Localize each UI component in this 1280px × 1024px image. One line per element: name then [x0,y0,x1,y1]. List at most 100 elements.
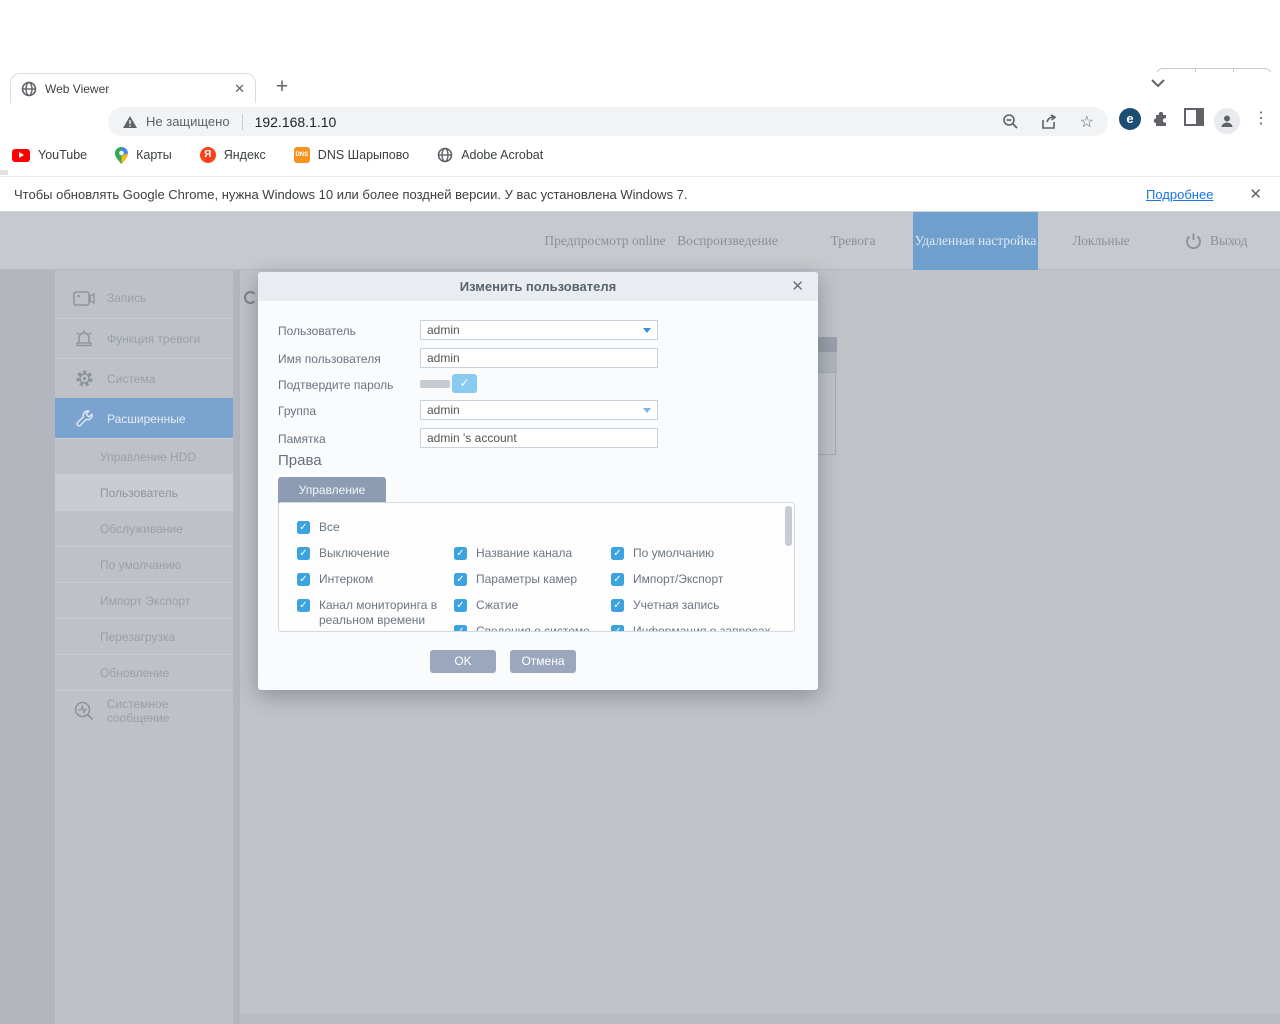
rights-scrollbar[interactable] [785,506,792,546]
checkbox-icon: ✓ [611,625,624,632]
dialog-close-icon[interactable]: ✕ [791,277,804,295]
infobar-message: Чтобы обновлять Google Chrome, нужна Win… [14,187,1146,202]
confirm-password-toggle[interactable] [420,380,450,388]
logout-label: Выход [1210,233,1248,249]
sidebar-item-record[interactable]: Запись [55,278,233,318]
background-table-box [818,372,836,455]
zoom-out-icon[interactable] [1002,113,1019,130]
tab-title: Web Viewer [45,82,226,96]
sidebar-item-label: Перезагрузка [100,630,175,644]
cancel-button[interactable]: Отмена [510,650,576,673]
browser-tab[interactable]: Web Viewer ✕ [10,73,256,103]
sidebar-item-label: Обновление [100,666,169,680]
pulse-search-icon [73,701,95,721]
sidebar-item-label: Расширенные [107,412,186,426]
checkbox-icon: ✓ [611,573,624,586]
checkbox-icon: ✓ [297,521,310,534]
checkbox-import-export[interactable]: ✓ Импорт/Экспорт [611,573,723,587]
sidebar-item-maintenance[interactable]: Обслуживание [55,510,233,546]
sidebar-item-label: Обслуживание [100,522,183,536]
sidebar-item-alarm-function[interactable]: Функция тревоги [55,318,233,358]
background-refresh-icon [244,291,257,304]
new-tab-button[interactable]: + [268,74,296,102]
memo-input[interactable] [420,428,658,448]
nav-item-playback[interactable]: Воспроизведение [670,212,785,270]
sidebar-item-reboot[interactable]: Перезагрузка [55,618,233,654]
infobar-close-icon[interactable]: ✕ [1249,185,1262,203]
extension-e-icon[interactable]: e [1119,108,1141,130]
checkbox-intercom[interactable]: ✓ Интерком [297,573,373,587]
bookmark-star-icon[interactable]: ☆ [1080,112,1094,132]
checkbox-defaults[interactable]: ✓ По умолчанию [611,547,714,561]
username-label: Имя пользователя [278,352,381,366]
nav-item-remote-settings[interactable]: Удаленная настройка [913,212,1038,270]
tab-close-icon[interactable]: ✕ [234,81,245,97]
wrench-icon [73,409,95,428]
checkbox-live-monitoring[interactable]: ✓ Канал мониторинга в реальном времени [297,599,441,628]
nav-item-preview-online[interactable]: Предпросмотр online [535,212,675,270]
logout-button[interactable]: Выход [1185,212,1248,270]
gear-icon [73,369,95,388]
sidebar-item-hdd-management[interactable]: Управление HDD [55,438,233,474]
globe-favicon-icon [21,81,37,97]
infobar-learn-more-link[interactable]: Подробнее [1146,187,1213,202]
yandex-icon: Я [200,147,216,163]
nav-item-alarm[interactable]: Тревога [798,212,908,270]
checkbox-camera-params[interactable]: ✓ Параметры камер [454,573,577,587]
chrome-update-infobar: Чтобы обновлять Google Chrome, нужна Win… [0,176,1280,212]
bookmark-adobe[interactable]: Adobe Acrobat [437,147,543,163]
checkbox-icon: ✓ [454,547,467,560]
profile-avatar[interactable] [1214,108,1240,134]
sidebar-item-defaults[interactable]: По умолчанию [55,546,233,582]
tab-search-chevron-icon[interactable] [1150,78,1166,88]
nav-item-local-settings[interactable]: Локльные настройки [1042,212,1160,270]
checkbox-icon: ✓ [454,599,467,612]
background-table-header [818,337,837,352]
background-table-cell [818,352,837,372]
checkbox-account[interactable]: ✓ Учетная запись [611,599,719,613]
left-rail [0,270,55,1024]
username-input[interactable] [420,348,658,368]
sidebar-item-label: Импорт Экспорт [100,594,190,608]
sidebar-item-label: Пользователь [100,486,178,500]
sidebar-item-update[interactable]: Обновление [55,654,233,690]
camera-icon [73,291,95,306]
bookmark-yandex[interactable]: Я Яндекс [200,147,266,163]
siren-icon [73,330,95,347]
url-text[interactable]: 192.168.1.10 [255,114,980,130]
checkbox-system-info[interactable]: ✓ Сведения о системе [454,625,590,632]
sidebar-item-advanced[interactable]: Расширенные [55,398,233,438]
omnibox-divider [242,114,243,130]
checkbox-channel-name[interactable]: ✓ Название канала [454,547,572,561]
group-select[interactable]: admin [420,400,658,420]
browser-menu-icon[interactable]: ⋮ [1253,108,1269,128]
app-header: Предпросмотр online Воспроизведение Трев… [0,212,1280,270]
checkbox-shutdown[interactable]: ✓ Выключение [297,547,390,561]
side-panel-icon[interactable] [1184,108,1204,126]
tab-management[interactable]: Управление [278,477,386,503]
sidebar-item-system[interactable]: Система [55,358,233,398]
sidebar-item-system-message[interactable]: Системное сообщение [55,690,233,730]
checkbox-icon: ✓ [611,547,624,560]
sidebar-divider [233,270,240,1024]
checkbox-all[interactable]: ✓ Все [297,521,340,535]
bookmark-dns[interactable]: DNS DNS Шарыпово [294,147,409,163]
address-bar[interactable]: Не защищено 192.168.1.10 ☆ [108,107,1108,136]
confirm-password-check[interactable]: ✓ [452,374,477,393]
checkbox-query-info[interactable]: ✓ Информация о запросах [611,625,771,632]
ok-button[interactable]: OK [430,650,496,673]
extensions-puzzle-icon[interactable] [1152,108,1172,128]
checkbox-icon: ✓ [454,573,467,586]
user-select[interactable]: admin [420,320,658,340]
share-icon[interactable] [1041,114,1058,130]
bookmark-youtube[interactable]: YouTube [12,148,87,162]
sidebar: Запись Функция тревоги Система Расширенн… [55,270,233,1024]
security-label[interactable]: Не защищено [146,114,230,129]
sidebar-item-import-export[interactable]: Импорт Экспорт [55,582,233,618]
rights-section-title: Права [278,452,322,469]
sidebar-item-label: Системное сообщение [107,697,233,725]
bookmark-maps[interactable]: Карты [115,147,172,164]
checkbox-compression[interactable]: ✓ Сжатие [454,599,518,613]
dialog-title: Изменить пользователя [258,272,818,301]
sidebar-item-user[interactable]: Пользователь [55,474,233,510]
